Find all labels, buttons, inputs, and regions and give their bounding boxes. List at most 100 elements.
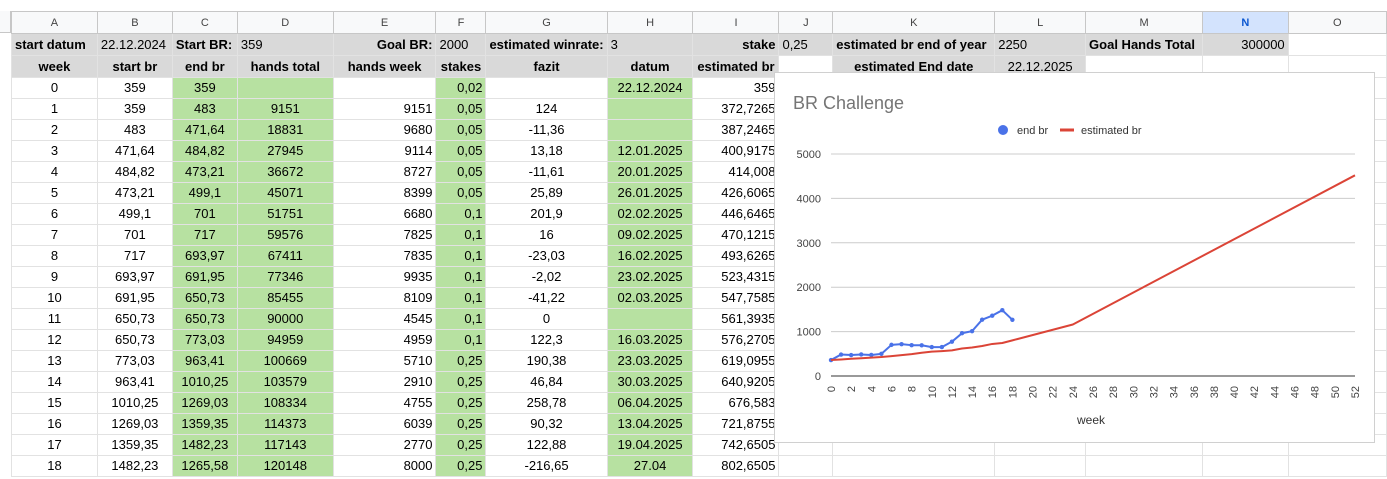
column-header[interactable]: M bbox=[1085, 11, 1203, 34]
empty-cell[interactable] bbox=[778, 455, 834, 477]
cell-hands-week[interactable]: 4755 bbox=[332, 392, 437, 414]
select-all-corner[interactable] bbox=[0, 11, 11, 33]
cell-week[interactable]: 1 bbox=[11, 98, 98, 120]
cell-datum[interactable]: 02.02.2025 bbox=[606, 203, 694, 225]
column-header[interactable]: B bbox=[96, 11, 173, 34]
cell-hands-total[interactable]: 85455 bbox=[236, 287, 334, 309]
cell-end-br[interactable]: 650,73 bbox=[171, 287, 238, 309]
column-header[interactable]: L bbox=[994, 11, 1087, 34]
cell-stakes[interactable]: 0,1 bbox=[435, 329, 487, 351]
cell-estimated-br[interactable]: 414,008 bbox=[692, 161, 780, 183]
empty-cell[interactable] bbox=[994, 455, 1087, 477]
cell-hands-week[interactable]: 6680 bbox=[332, 203, 437, 225]
chart-panel[interactable]: BR Challenge 0 1000 2000 3000 4000 5000 02468… bbox=[774, 72, 1375, 443]
header-week[interactable]: week bbox=[11, 55, 98, 78]
cell-datum[interactable]: 20.01.2025 bbox=[606, 161, 694, 183]
column-header[interactable]: K bbox=[832, 11, 996, 34]
cell-week[interactable]: 8 bbox=[11, 245, 98, 267]
cell-hands-week[interactable] bbox=[332, 77, 437, 99]
cell-fazit[interactable] bbox=[485, 77, 608, 99]
cell-estimated-br[interactable]: 400,9175 bbox=[692, 140, 780, 162]
cell-hands-total[interactable]: 117143 bbox=[236, 434, 334, 456]
cell-week[interactable]: 13 bbox=[11, 350, 98, 372]
cell-hands-week[interactable]: 7835 bbox=[332, 245, 437, 267]
cell-hands-week[interactable]: 8000 bbox=[332, 455, 437, 477]
cell-datum[interactable]: 13.04.2025 bbox=[606, 413, 694, 435]
column-header[interactable]: C bbox=[171, 11, 238, 34]
cell-fazit[interactable]: -41,22 bbox=[485, 287, 608, 309]
cell-estimated-br[interactable]: 742,6505 bbox=[692, 434, 780, 456]
cell-stakes[interactable]: 0,05 bbox=[435, 182, 487, 204]
stake-label-cell[interactable]: stake bbox=[692, 33, 780, 56]
cell-hands-total[interactable]: 36672 bbox=[236, 161, 334, 183]
cell-datum[interactable]: 30.03.2025 bbox=[606, 371, 694, 393]
cell-estimated-br[interactable]: 426,6065 bbox=[692, 182, 780, 204]
cell-hands-total[interactable]: 90000 bbox=[236, 308, 334, 330]
cell-estimated-br[interactable]: 619,0955 bbox=[692, 350, 780, 372]
cell-estimated-br[interactable]: 561,3935 bbox=[692, 308, 780, 330]
cell-end-br[interactable]: 1265,58 bbox=[171, 455, 238, 477]
cell-fazit[interactable]: 0 bbox=[485, 308, 608, 330]
cell-end-br[interactable]: 717 bbox=[171, 224, 238, 246]
cell-start-br[interactable]: 471,64 bbox=[96, 140, 173, 162]
cell-stakes[interactable]: 0,25 bbox=[435, 413, 487, 435]
cell-start-br[interactable]: 963,41 bbox=[96, 371, 173, 393]
cell-datum[interactable]: 16.03.2025 bbox=[606, 329, 694, 351]
empty-cell[interactable] bbox=[1287, 455, 1387, 477]
header-hands-total[interactable]: hands total bbox=[236, 55, 334, 78]
cell-datum[interactable]: 26.01.2025 bbox=[606, 182, 694, 204]
goal-hands-value-cell[interactable]: 300000 bbox=[1202, 33, 1289, 56]
cell-datum[interactable]: 16.02.2025 bbox=[606, 245, 694, 267]
cell-start-br[interactable]: 359 bbox=[96, 77, 173, 99]
empty-cell[interactable] bbox=[1202, 455, 1289, 477]
cell-fazit[interactable]: 46,84 bbox=[485, 371, 608, 393]
cell-stakes[interactable]: 0,25 bbox=[435, 371, 487, 393]
cell-end-br[interactable]: 691,95 bbox=[171, 266, 238, 288]
cell-estimated-br[interactable]: 640,9205 bbox=[692, 371, 780, 393]
winrate-label-cell[interactable]: estimated winrate: bbox=[485, 33, 608, 56]
cell-datum[interactable]: 02.03.2025 bbox=[606, 287, 694, 309]
cell-fazit[interactable]: 90,32 bbox=[485, 413, 608, 435]
cell-hands-week[interactable]: 8399 bbox=[332, 182, 437, 204]
cell-week[interactable]: 7 bbox=[11, 224, 98, 246]
cell-week[interactable]: 15 bbox=[11, 392, 98, 414]
cell-start-br[interactable]: 773,03 bbox=[96, 350, 173, 372]
header-stakes[interactable]: stakes bbox=[435, 55, 487, 78]
br-end-label-cell[interactable]: estimated br end of year bbox=[832, 33, 996, 56]
header-datum[interactable]: datum bbox=[606, 55, 694, 78]
start-br-value-cell[interactable]: 359 bbox=[236, 33, 334, 56]
cell-hands-total[interactable]: 67411 bbox=[236, 245, 334, 267]
header-fazit[interactable]: fazit bbox=[485, 55, 608, 78]
cell-datum[interactable]: 23.03.2025 bbox=[606, 350, 694, 372]
cell-hands-total[interactable]: 77346 bbox=[236, 266, 334, 288]
column-header[interactable]: F bbox=[435, 11, 487, 34]
cell-week[interactable]: 11 bbox=[11, 308, 98, 330]
cell-week[interactable]: 0 bbox=[11, 77, 98, 99]
cell-week[interactable]: 16 bbox=[11, 413, 98, 435]
column-header[interactable]: A bbox=[11, 11, 98, 34]
cell-estimated-br[interactable]: 372,7265 bbox=[692, 98, 780, 120]
cell-datum[interactable]: 27.04 bbox=[606, 455, 694, 477]
cell-end-br[interactable]: 483 bbox=[171, 98, 238, 120]
cell-stakes[interactable]: 0,25 bbox=[435, 434, 487, 456]
cell-hands-week[interactable]: 4545 bbox=[332, 308, 437, 330]
cell-fazit[interactable]: -2,02 bbox=[485, 266, 608, 288]
cell-hands-week[interactable]: 7825 bbox=[332, 224, 437, 246]
cell-week[interactable]: 18 bbox=[11, 455, 98, 477]
cell-stakes[interactable]: 0,25 bbox=[435, 350, 487, 372]
cell-datum[interactable] bbox=[606, 98, 694, 120]
cell-stakes[interactable]: 0,1 bbox=[435, 224, 487, 246]
cell-hands-total[interactable]: 120148 bbox=[236, 455, 334, 477]
cell-estimated-br[interactable]: 359 bbox=[692, 77, 780, 99]
cell-week[interactable]: 17 bbox=[11, 434, 98, 456]
cell-hands-week[interactable]: 9935 bbox=[332, 266, 437, 288]
cell-hands-total[interactable]: 114373 bbox=[236, 413, 334, 435]
cell-fazit[interactable]: 16 bbox=[485, 224, 608, 246]
cell-week[interactable]: 4 bbox=[11, 161, 98, 183]
cell-start-br[interactable]: 473,21 bbox=[96, 182, 173, 204]
cell-end-br[interactable]: 484,82 bbox=[171, 140, 238, 162]
cell-estimated-br[interactable]: 493,6265 bbox=[692, 245, 780, 267]
cell-estimated-br[interactable]: 387,2465 bbox=[692, 119, 780, 141]
cell-stakes[interactable]: 0,05 bbox=[435, 140, 487, 162]
cell-datum[interactable]: 09.02.2025 bbox=[606, 224, 694, 246]
